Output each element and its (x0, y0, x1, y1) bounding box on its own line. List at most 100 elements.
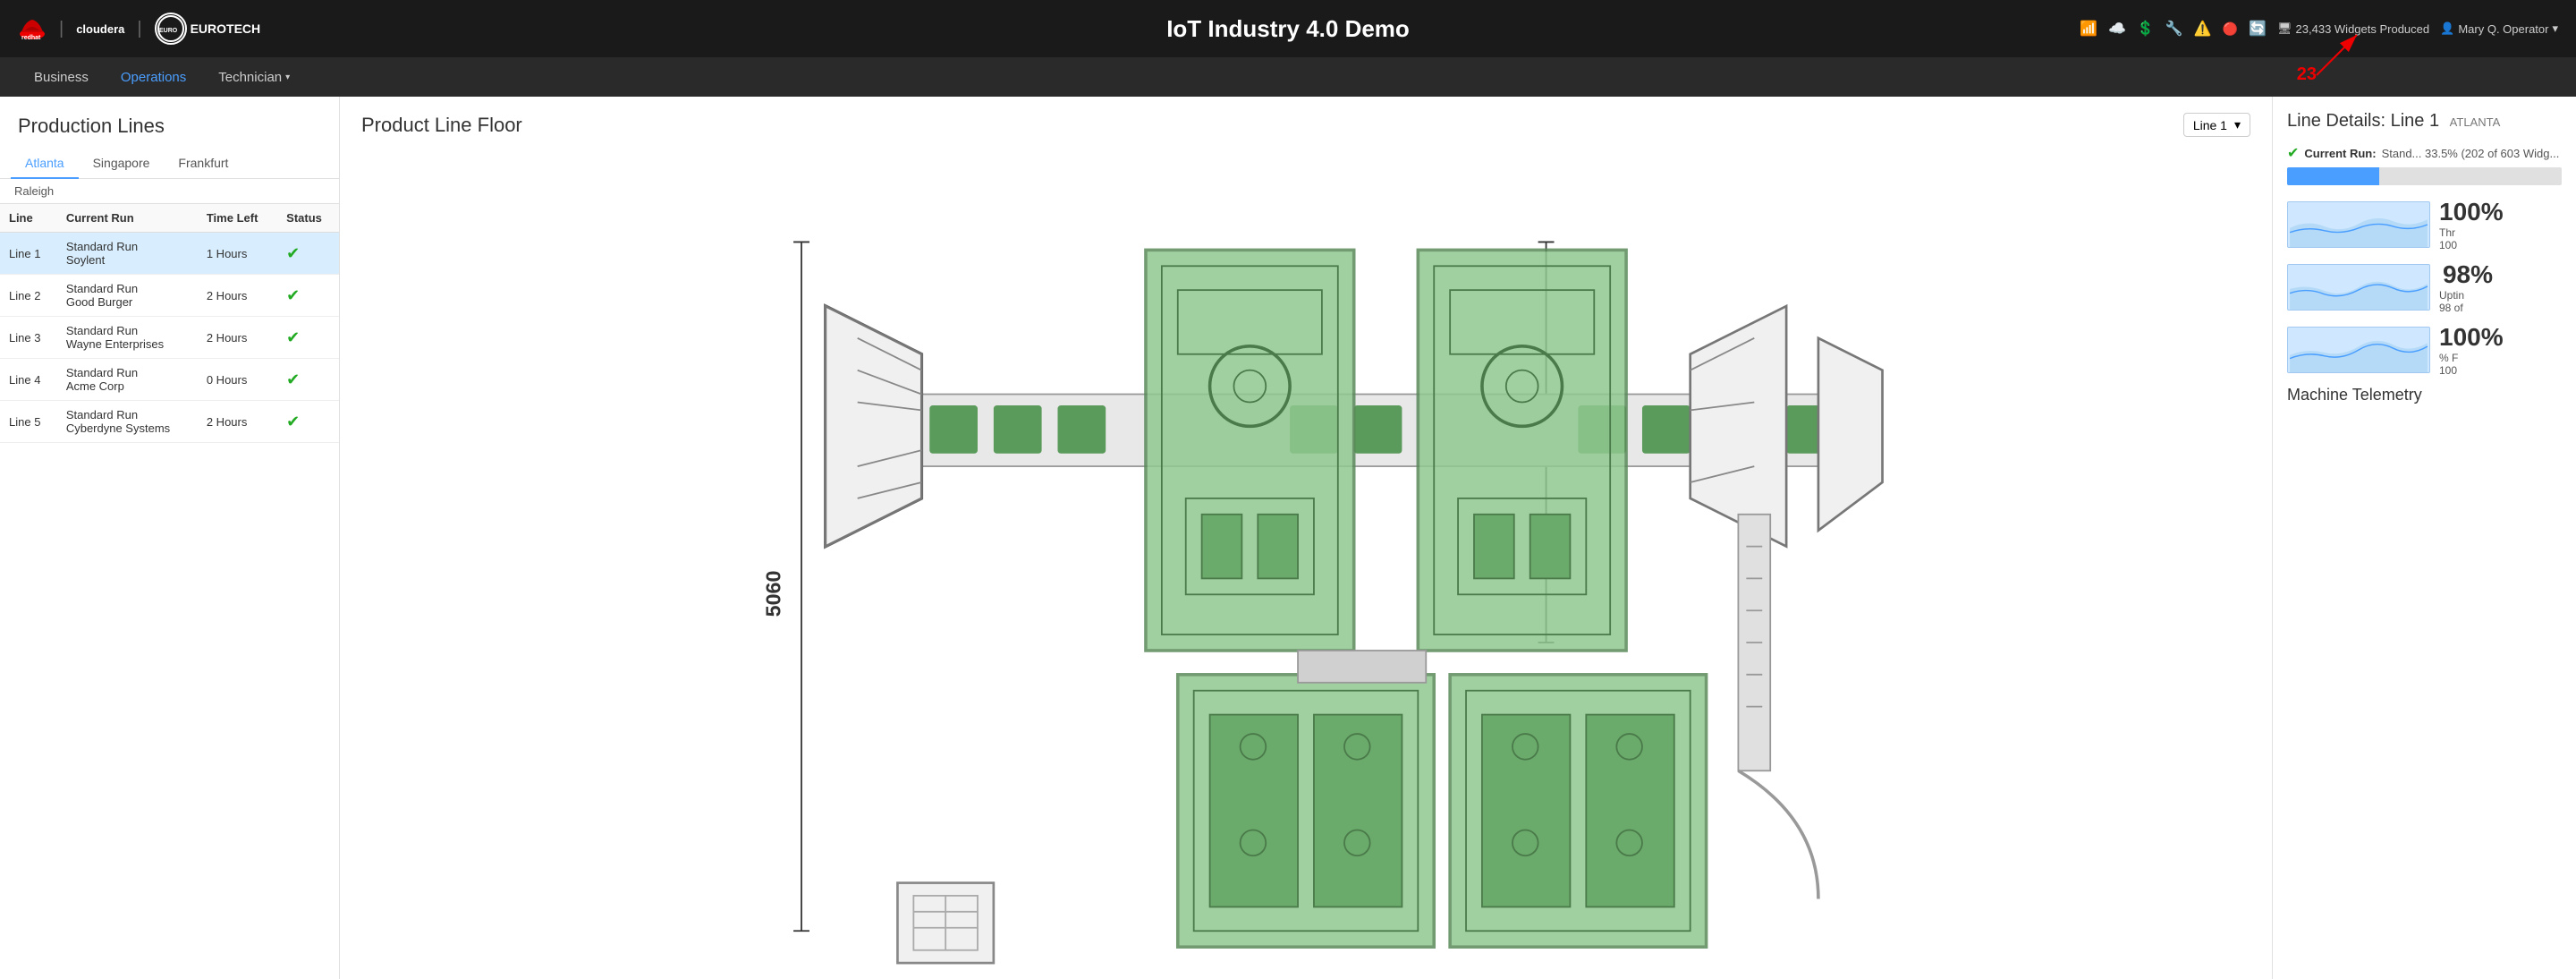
row2-time: 2 Hours (198, 275, 277, 317)
alert-icon[interactable]: 🔴 (2223, 21, 2238, 37)
row1-time: 1 Hours (198, 233, 277, 275)
factory-floor-svg: 2250 5060 (340, 146, 2272, 979)
row1-status: ✔ (277, 233, 339, 275)
row5-time: 2 Hours (198, 401, 277, 443)
production-table: Line Current Run Time Left Status Line 1… (0, 204, 339, 443)
row3-time: 2 Hours (198, 317, 277, 359)
row4-time: 0 Hours (198, 359, 277, 401)
detail-title: Line Details: Line 1 ATLANTA (2287, 111, 2562, 132)
metric-value-2: 98% Uptin98 of (2439, 260, 2493, 314)
table-row[interactable]: Line 5 Standard RunCyberdyne Systems 2 H… (0, 401, 339, 443)
metric-wave-2 (2288, 265, 2429, 310)
line-selector[interactable]: Line 1 ▾ (2183, 113, 2250, 137)
row2-line: Line 2 (0, 275, 57, 317)
metric-chart-2 (2287, 264, 2430, 311)
production-table-container: Line Current Run Time Left Status Line 1… (0, 204, 339, 979)
eurotech-label: EUROTECH (191, 21, 261, 36)
left-panel: Production Lines Atlanta Singapore Frank… (0, 97, 340, 979)
separator-2: | (137, 19, 141, 39)
wifi-icon[interactable]: 📶 (2080, 20, 2097, 38)
separator-1: | (59, 19, 64, 39)
svg-text:redhat: redhat (21, 35, 41, 41)
metric-value-1: 100% Thr100 (2439, 198, 2504, 251)
row5-run: Standard RunCyberdyne Systems (57, 401, 198, 443)
floor-header: Product Line Floor Line 1 ▾ (340, 97, 2272, 146)
header-title: IoT Industry 4.0 Demo (1166, 15, 1410, 43)
header: redhat | cloudera | EURO EUROTECH IoT In… (0, 0, 2576, 57)
redhat-logo: redhat (18, 16, 47, 41)
metric-row-1: 100% Thr100 (2287, 198, 2562, 251)
table-row[interactable]: Line 1 Standard RunSoylent 1 Hours ✔ (0, 233, 339, 275)
nav-operations[interactable]: Operations (105, 57, 202, 97)
status-ok-icon: ✔ (286, 370, 300, 388)
col-current-run: Current Run (57, 204, 198, 233)
metric-wave-1 (2288, 202, 2429, 247)
metric-value-3: 100% % F100 (2439, 323, 2504, 377)
right-panel: Line Details: Line 1 ATLANTA ✔ Current R… (2272, 97, 2576, 979)
metric-row-2: 98% Uptin98 of (2287, 260, 2562, 314)
dollar-icon[interactable]: 💲 (2137, 20, 2155, 38)
eurotech-icon: EURO (157, 14, 185, 43)
production-lines-title: Production Lines (0, 97, 339, 149)
current-run-section: ✔ Current Run: Stand... 33.5% (202 of 60… (2287, 144, 2562, 185)
warning-icon[interactable]: ⚠️ (2194, 20, 2212, 38)
status-ok-icon: ✔ (286, 328, 300, 346)
logo-area: redhat | cloudera | EURO EUROTECH (18, 13, 260, 45)
col-line: Line (0, 204, 57, 233)
svg-text:5060: 5060 (762, 571, 785, 617)
row1-run: Standard RunSoylent (57, 233, 198, 275)
tab-atlanta[interactable]: Atlanta (11, 149, 79, 179)
row4-line: Line 4 (0, 359, 57, 401)
line-selector-chevron-icon: ▾ (2234, 117, 2241, 132)
table-row[interactable]: Line 2 Standard RunGood Burger 2 Hours ✔ (0, 275, 339, 317)
status-ok-icon: ✔ (286, 286, 300, 304)
col-status: Status (277, 204, 339, 233)
table-header-row: Line Current Run Time Left Status (0, 204, 339, 233)
svg-text:EURO: EURO (159, 28, 178, 34)
metric-chart-3 (2287, 327, 2430, 373)
floor-title: Product Line Floor (361, 114, 522, 137)
main-content: Production Lines Atlanta Singapore Frank… (0, 97, 2576, 979)
row5-line: Line 5 (0, 401, 57, 443)
row4-run: Standard RunAcme Corp (57, 359, 198, 401)
tab-singapore[interactable]: Singapore (79, 149, 165, 179)
refresh-icon[interactable]: 🔄 (2249, 20, 2267, 38)
row2-status: ✔ (277, 275, 339, 317)
progress-bar (2287, 167, 2562, 185)
metric-wave-3 (2288, 328, 2429, 372)
navbar: Business Operations Technician ▾ 23 (0, 57, 2576, 97)
status-ok-icon: ✔ (286, 413, 300, 430)
tab-raleigh[interactable]: Raleigh (0, 179, 339, 204)
city-name: ATLANTA (2450, 115, 2501, 129)
header-left: redhat | cloudera | EURO EUROTECH (18, 13, 260, 45)
machine-telemetry-title: Machine Telemetry (2287, 386, 2562, 404)
row5-status: ✔ (277, 401, 339, 443)
user-info[interactable]: 👤 Mary Q. Operator ▾ (2440, 21, 2558, 36)
row2-run: Standard RunGood Burger (57, 275, 198, 317)
metric-row-3: 100% % F100 (2287, 323, 2562, 377)
cloudera-logo: cloudera (76, 22, 124, 36)
row4-status: ✔ (277, 359, 339, 401)
city-tabs: Atlanta Singapore Frankfurt (0, 149, 339, 179)
alert-arrow (2290, 21, 2379, 84)
tab-frankfurt[interactable]: Frankfurt (164, 149, 242, 179)
progress-bar-fill (2287, 167, 2379, 185)
floor-diagram: 2250 5060 (340, 146, 2272, 979)
row3-status: ✔ (277, 317, 339, 359)
col-time-left: Time Left (198, 204, 277, 233)
cloud-icon[interactable]: ☁️ (2108, 20, 2126, 38)
row1-line: Line 1 (0, 233, 57, 275)
wrench-icon[interactable]: 🔧 (2165, 20, 2183, 38)
redhat-icon: redhat (18, 16, 47, 41)
table-row[interactable]: Line 3 Standard RunWayne Enterprises 2 H… (0, 317, 339, 359)
nav-business[interactable]: Business (18, 57, 105, 97)
run-check-icon: ✔ (2287, 144, 2299, 162)
row3-run: Standard RunWayne Enterprises (57, 317, 198, 359)
metric-chart-1 (2287, 201, 2430, 248)
eurotech-circle-icon: EURO (155, 13, 187, 45)
status-ok-icon: ✔ (286, 244, 300, 262)
nav-technician[interactable]: Technician ▾ (202, 57, 306, 97)
eurotech-logo-group: EURO EUROTECH (155, 13, 261, 45)
table-row[interactable]: Line 4 Standard RunAcme Corp 0 Hours ✔ (0, 359, 339, 401)
middle-panel: Product Line Floor Line 1 ▾ 2250 (340, 97, 2272, 979)
